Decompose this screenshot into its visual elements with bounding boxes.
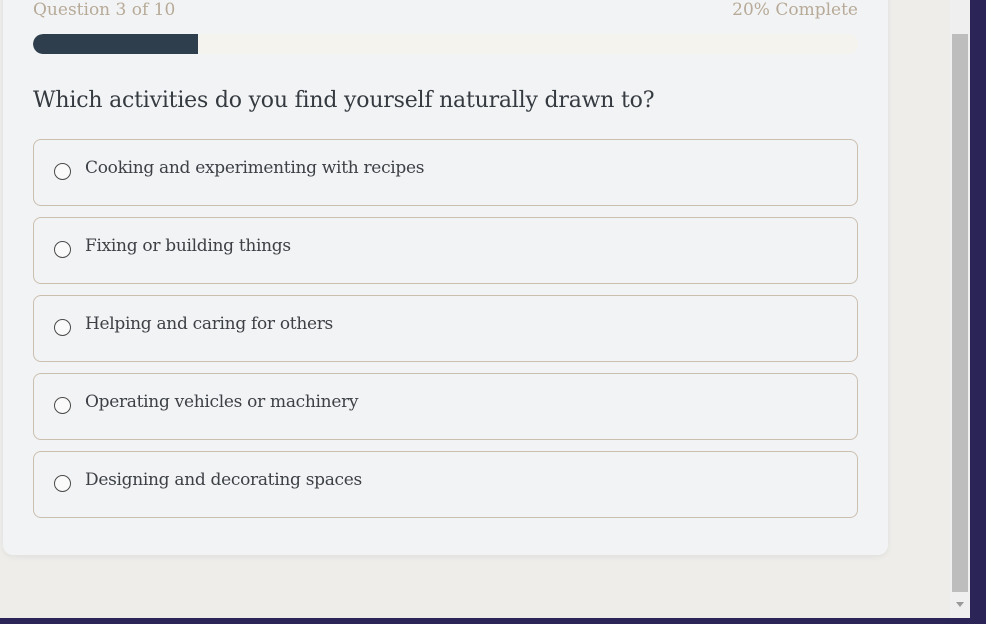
progress-bar <box>33 34 858 54</box>
scrollbar-thumb[interactable] <box>952 34 968 592</box>
radio-button[interactable] <box>54 319 71 336</box>
answer-option-label: Helping and caring for others <box>85 314 333 334</box>
answer-option-label: Operating vehicles or machinery <box>85 392 359 412</box>
progress-bar-fill <box>33 34 198 54</box>
window-frame-right <box>970 0 986 624</box>
radio-button[interactable] <box>54 241 71 258</box>
answer-option-designing[interactable]: Designing and decorating spaces <box>33 451 858 518</box>
window-frame-bottom <box>0 618 986 624</box>
answer-option-operating[interactable]: Operating vehicles or machinery <box>33 373 858 440</box>
answer-option-fixing[interactable]: Fixing or building things <box>33 217 858 284</box>
answer-option-cooking[interactable]: Cooking and experimenting with recipes <box>33 139 858 206</box>
answer-option-label: Fixing or building things <box>85 236 291 256</box>
answer-options: Cooking and experimenting with recipes F… <box>33 139 858 529</box>
radio-button[interactable] <box>54 163 71 180</box>
page-viewport: Question 3 of 10 20% Complete Which acti… <box>0 0 970 618</box>
question-text: Which activities do you find yourself na… <box>33 88 655 113</box>
radio-button[interactable] <box>54 475 71 492</box>
scroll-down-arrow-icon[interactable] <box>956 602 964 607</box>
answer-option-helping[interactable]: Helping and caring for others <box>33 295 858 362</box>
progress-meta: Question 3 of 10 20% Complete <box>33 0 858 24</box>
question-counter: Question 3 of 10 <box>33 0 176 20</box>
quiz-card: Question 3 of 10 20% Complete Which acti… <box>3 0 888 555</box>
answer-option-label: Designing and decorating spaces <box>85 470 362 490</box>
radio-button[interactable] <box>54 397 71 414</box>
vertical-scrollbar[interactable] <box>950 0 970 618</box>
answer-option-label: Cooking and experimenting with recipes <box>85 158 425 178</box>
completion-percent: 20% Complete <box>732 0 858 20</box>
